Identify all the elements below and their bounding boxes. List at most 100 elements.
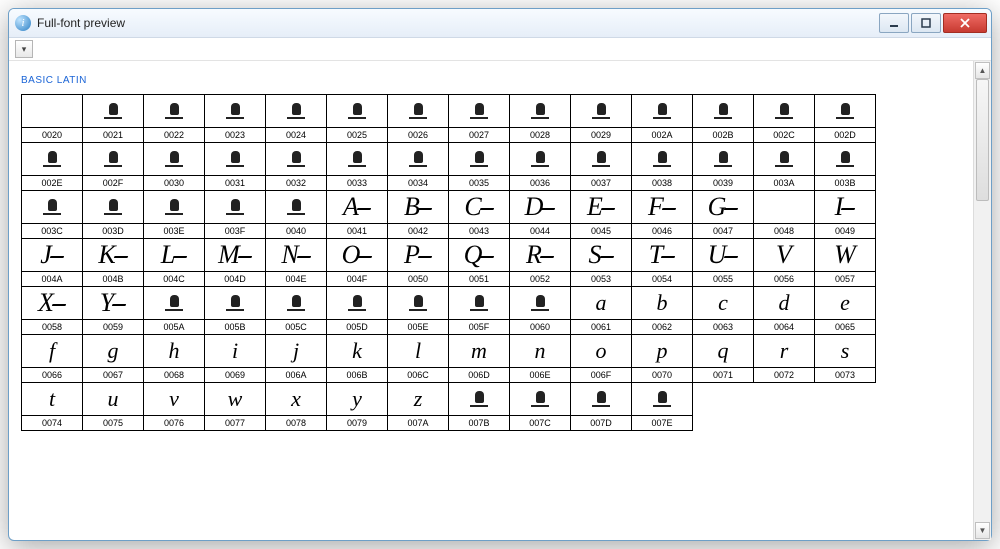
glyph-cell[interactable]: d0064 — [754, 287, 815, 335]
glyph-cell[interactable]: 0060 — [510, 287, 571, 335]
glyph-cell[interactable]: 003A — [754, 143, 815, 191]
glyph-cell[interactable]: v0076 — [144, 383, 205, 431]
glyph-cell[interactable]: 0022 — [144, 95, 205, 143]
glyph-cell[interactable]: G0047 — [693, 191, 754, 239]
glyph-cell[interactable]: 0033 — [327, 143, 388, 191]
glyph-cell[interactable]: 005C — [266, 287, 327, 335]
glyph-cell[interactable]: 0028 — [510, 95, 571, 143]
glyph-cell[interactable]: 0048 — [754, 191, 815, 239]
glyph-cell[interactable]: 0037 — [571, 143, 632, 191]
glyph-cell[interactable]: h0068 — [144, 335, 205, 383]
glyph-cell[interactable]: c0063 — [693, 287, 754, 335]
glyph-cell[interactable]: S0053 — [571, 239, 632, 287]
glyph-cell[interactable]: F0046 — [632, 191, 693, 239]
scroll-up-icon[interactable]: ▲ — [975, 62, 990, 79]
glyph-cell[interactable]: R0052 — [510, 239, 571, 287]
scroll-down-icon[interactable]: ▼ — [975, 522, 990, 539]
glyph-cell[interactable]: 0036 — [510, 143, 571, 191]
glyph-cell[interactable]: y0079 — [327, 383, 388, 431]
glyph-cell[interactable]: w0077 — [205, 383, 266, 431]
glyph-cell[interactable]: 003E — [144, 191, 205, 239]
glyph-cell[interactable]: t0074 — [22, 383, 83, 431]
glyph-cell[interactable]: 002E — [22, 143, 83, 191]
glyph-cell[interactable]: 007C — [510, 383, 571, 431]
glyph-cell[interactable]: 007D — [571, 383, 632, 431]
glyph-cell[interactable]: s0073 — [815, 335, 876, 383]
glyph-cell[interactable]: 002D — [815, 95, 876, 143]
glyph-cell[interactable]: 005E — [388, 287, 449, 335]
glyph-cell[interactable]: 005D — [327, 287, 388, 335]
glyph-cell[interactable]: 0035 — [449, 143, 510, 191]
glyph-cell[interactable]: 003C — [22, 191, 83, 239]
glyph-cell[interactable]: X0058 — [22, 287, 83, 335]
glyph-cell[interactable]: K004B — [83, 239, 144, 287]
glyph-cell[interactable]: x0078 — [266, 383, 327, 431]
toolbar-dropdown[interactable]: ▾ — [15, 40, 33, 58]
glyph-cell[interactable]: 002F — [83, 143, 144, 191]
glyph-cell[interactable]: 005F — [449, 287, 510, 335]
glyph-cell[interactable]: 0032 — [266, 143, 327, 191]
glyph-cell[interactable]: j006A — [266, 335, 327, 383]
glyph-cell[interactable]: 003D — [83, 191, 144, 239]
scroll-thumb[interactable] — [976, 79, 989, 201]
glyph-cell[interactable]: m006D — [449, 335, 510, 383]
glyph-cell[interactable]: b0062 — [632, 287, 693, 335]
glyph-cell[interactable]: U0055 — [693, 239, 754, 287]
glyph-cell[interactable]: Q0051 — [449, 239, 510, 287]
glyph-cell[interactable]: 0025 — [327, 95, 388, 143]
glyph-cell[interactable]: 007E — [632, 383, 693, 431]
glyph-cell[interactable]: V0056 — [754, 239, 815, 287]
glyph-cell[interactable]: 005A — [144, 287, 205, 335]
maximize-button[interactable] — [911, 13, 941, 33]
glyph-cell[interactable]: I0049 — [815, 191, 876, 239]
glyph-cell[interactable]: 0027 — [449, 95, 510, 143]
content-area[interactable]: BASIC LATIN 0020002100220023002400250026… — [9, 61, 973, 540]
glyph-cell[interactable]: W0057 — [815, 239, 876, 287]
glyph-cell[interactable]: q0071 — [693, 335, 754, 383]
glyph-cell[interactable]: a0061 — [571, 287, 632, 335]
glyph-cell[interactable]: p0070 — [632, 335, 693, 383]
glyph-cell[interactable]: 0020 — [22, 95, 83, 143]
glyph-cell[interactable]: M004D — [205, 239, 266, 287]
glyph-cell[interactable]: 0040 — [266, 191, 327, 239]
glyph-cell[interactable]: 002A — [632, 95, 693, 143]
glyph-cell[interactable]: 007B — [449, 383, 510, 431]
glyph-cell[interactable]: l006C — [388, 335, 449, 383]
glyph-cell[interactable]: 0030 — [144, 143, 205, 191]
glyph-cell[interactable]: 003F — [205, 191, 266, 239]
glyph-cell[interactable]: 003B — [815, 143, 876, 191]
glyph-cell[interactable]: 0023 — [205, 95, 266, 143]
glyph-cell[interactable]: D0044 — [510, 191, 571, 239]
glyph-cell[interactable]: A0041 — [327, 191, 388, 239]
glyph-cell[interactable]: o006F — [571, 335, 632, 383]
glyph-cell[interactable]: u0075 — [83, 383, 144, 431]
glyph-cell[interactable]: n006E — [510, 335, 571, 383]
glyph-cell[interactable]: 002B — [693, 95, 754, 143]
glyph-cell[interactable]: T0054 — [632, 239, 693, 287]
glyph-cell[interactable]: J004A — [22, 239, 83, 287]
glyph-cell[interactable]: g0067 — [83, 335, 144, 383]
glyph-cell[interactable]: B0042 — [388, 191, 449, 239]
glyph-cell[interactable]: C0043 — [449, 191, 510, 239]
glyph-cell[interactable]: 0034 — [388, 143, 449, 191]
minimize-button[interactable] — [879, 13, 909, 33]
glyph-cell[interactable]: 0021 — [83, 95, 144, 143]
glyph-cell[interactable]: Y0059 — [83, 287, 144, 335]
glyph-cell[interactable]: 0024 — [266, 95, 327, 143]
glyph-cell[interactable]: r0072 — [754, 335, 815, 383]
glyph-cell[interactable]: 0031 — [205, 143, 266, 191]
glyph-cell[interactable]: 0038 — [632, 143, 693, 191]
glyph-cell[interactable]: O004F — [327, 239, 388, 287]
glyph-cell[interactable]: P0050 — [388, 239, 449, 287]
glyph-cell[interactable]: 0029 — [571, 95, 632, 143]
glyph-cell[interactable]: z007A — [388, 383, 449, 431]
glyph-cell[interactable]: k006B — [327, 335, 388, 383]
glyph-cell[interactable]: 0026 — [388, 95, 449, 143]
glyph-cell[interactable]: E0045 — [571, 191, 632, 239]
close-button[interactable] — [943, 13, 987, 33]
glyph-cell[interactable]: f0066 — [22, 335, 83, 383]
vertical-scrollbar[interactable]: ▲ ▼ — [973, 61, 991, 540]
glyph-cell[interactable]: 0039 — [693, 143, 754, 191]
glyph-cell[interactable]: L004C — [144, 239, 205, 287]
glyph-cell[interactable]: i0069 — [205, 335, 266, 383]
